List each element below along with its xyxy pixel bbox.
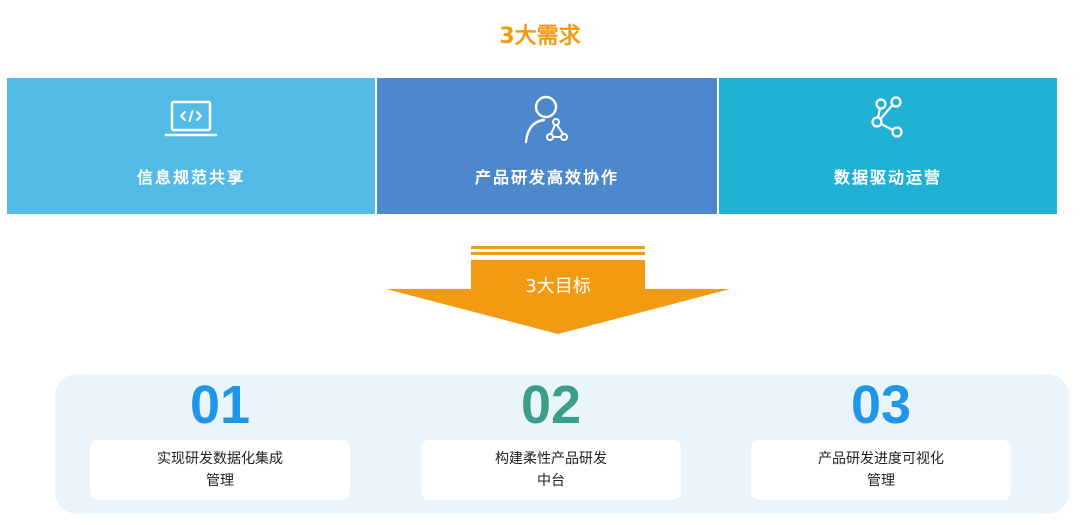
- arrow-stripe: [471, 252, 645, 255]
- goal-text: 中台: [537, 473, 565, 489]
- share-nodes-icon: [871, 96, 903, 138]
- goal-text: 管理: [206, 473, 234, 489]
- goal-item: 03 产品研发进度可视化 管理: [751, 374, 1011, 500]
- goal-item: 01 实现研发数据化集成 管理: [90, 374, 350, 500]
- user-network-icon: [524, 95, 568, 144]
- goal-number: 03: [850, 375, 912, 435]
- goals-title: 3大目标: [525, 276, 591, 297]
- need-label: 信息规范共享: [136, 168, 245, 187]
- goal-text: 实现研发数据化集成: [157, 451, 283, 467]
- goal-box: 产品研发进度可视化 管理: [751, 440, 1011, 500]
- need-card-info-sharing: 信息规范共享: [7, 78, 375, 214]
- need-label: 数据驱动运营: [833, 168, 942, 187]
- arrow-stripe: [471, 246, 645, 249]
- goal-text: 构建柔性产品研发: [495, 451, 607, 467]
- goal-text: 管理: [867, 473, 895, 489]
- code-laptop-icon: [164, 100, 218, 137]
- need-card-rd-collaboration: 产品研发高效协作: [375, 78, 717, 214]
- goal-box: 构建柔性产品研发 中台: [421, 440, 681, 500]
- needs-title: 3大需求: [499, 24, 581, 49]
- need-label: 产品研发高效协作: [474, 168, 619, 187]
- need-card-data-driven-ops: 数据驱动运营: [717, 78, 1057, 214]
- goals-panel: 01 实现研发数据化集成 管理 02 构建柔性产品研发 中台 03 产品研发进度…: [55, 374, 1069, 514]
- needs-row: 信息规范共享 产品研发高效协作 数据驱动运营: [7, 78, 1057, 214]
- goal-item: 02 构建柔性产品研发 中台: [421, 374, 681, 500]
- goal-box: 实现研发数据化集成 管理: [90, 440, 350, 500]
- goal-text: 产品研发进度可视化: [818, 451, 944, 467]
- goal-number: 02: [520, 375, 582, 435]
- diagram: 3大需求 信息规范共享 产品研发高效协作 数据驱动运营 3大目标 01 实现研发…: [0, 0, 1080, 525]
- goal-number: 01: [189, 375, 251, 435]
